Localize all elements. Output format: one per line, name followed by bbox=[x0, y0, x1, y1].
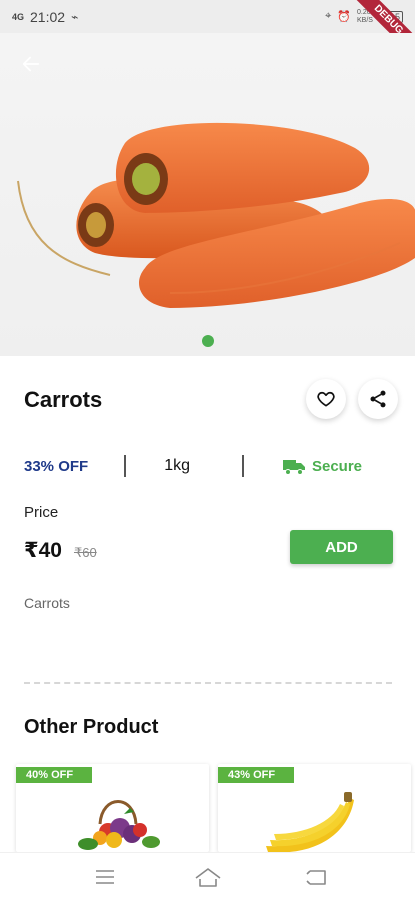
status-time: 21:02 bbox=[30, 8, 66, 25]
carrot-image bbox=[17, 122, 415, 308]
menu-icon bbox=[96, 870, 114, 884]
share-button[interactable] bbox=[358, 379, 398, 419]
system-nav-bar bbox=[0, 852, 415, 900]
price-label: Price bbox=[24, 504, 59, 521]
product-info-row: 33% OFF 1kg Secure bbox=[24, 452, 392, 480]
location-icon: ⌖ bbox=[325, 10, 332, 22]
divider bbox=[124, 455, 127, 477]
discount-label: 33% OFF bbox=[24, 457, 89, 475]
secure-delivery: Secure bbox=[282, 457, 362, 475]
product-image-carousel[interactable] bbox=[0, 33, 415, 356]
secure-label: Secure bbox=[311, 457, 363, 475]
price-row: ₹40 ₹60 bbox=[24, 538, 97, 563]
back-nav-icon bbox=[306, 870, 326, 885]
arrow-left-icon bbox=[22, 56, 40, 72]
current-price: ₹40 bbox=[24, 539, 62, 562]
weight-label: 1kg bbox=[164, 457, 190, 474]
back-nav-button[interactable] bbox=[303, 865, 331, 889]
truck-icon bbox=[282, 460, 305, 475]
network-indicator: 4G bbox=[12, 11, 25, 22]
menu-button[interactable] bbox=[91, 865, 119, 889]
other-products-title: Other Product bbox=[24, 716, 159, 738]
alarm-icon: ⏰ bbox=[337, 11, 351, 23]
status-bar: 4G 21:02 ⌁ ⌖ ⏰ 0.20 KB/S 15 DEBUG bbox=[0, 0, 415, 65]
product-card[interactable]: 40% OFF bbox=[16, 764, 209, 852]
original-price: ₹60 bbox=[73, 545, 97, 560]
usb-icon: ⌁ bbox=[71, 9, 79, 24]
product-description: Carrots bbox=[24, 595, 70, 611]
home-button[interactable] bbox=[194, 865, 222, 889]
heart-icon bbox=[317, 391, 335, 407]
bananas-image bbox=[266, 792, 354, 852]
carousel-indicator[interactable] bbox=[202, 335, 214, 347]
back-button[interactable] bbox=[20, 53, 46, 79]
home-icon bbox=[195, 868, 221, 887]
discount-badge: 40% OFF bbox=[16, 767, 92, 783]
favorite-button[interactable] bbox=[306, 379, 346, 419]
add-to-cart-button[interactable]: ADD bbox=[290, 530, 393, 564]
discount-badge: 43% OFF bbox=[218, 767, 294, 783]
product-title: Carrots bbox=[24, 387, 103, 412]
divider bbox=[241, 455, 244, 477]
share-icon bbox=[370, 390, 386, 408]
section-divider bbox=[24, 682, 392, 684]
vegetable-basket-image bbox=[78, 800, 160, 850]
product-card[interactable]: 43% OFF bbox=[218, 764, 411, 852]
other-products-list: 40% OFF 43% OFF bbox=[0, 764, 415, 852]
